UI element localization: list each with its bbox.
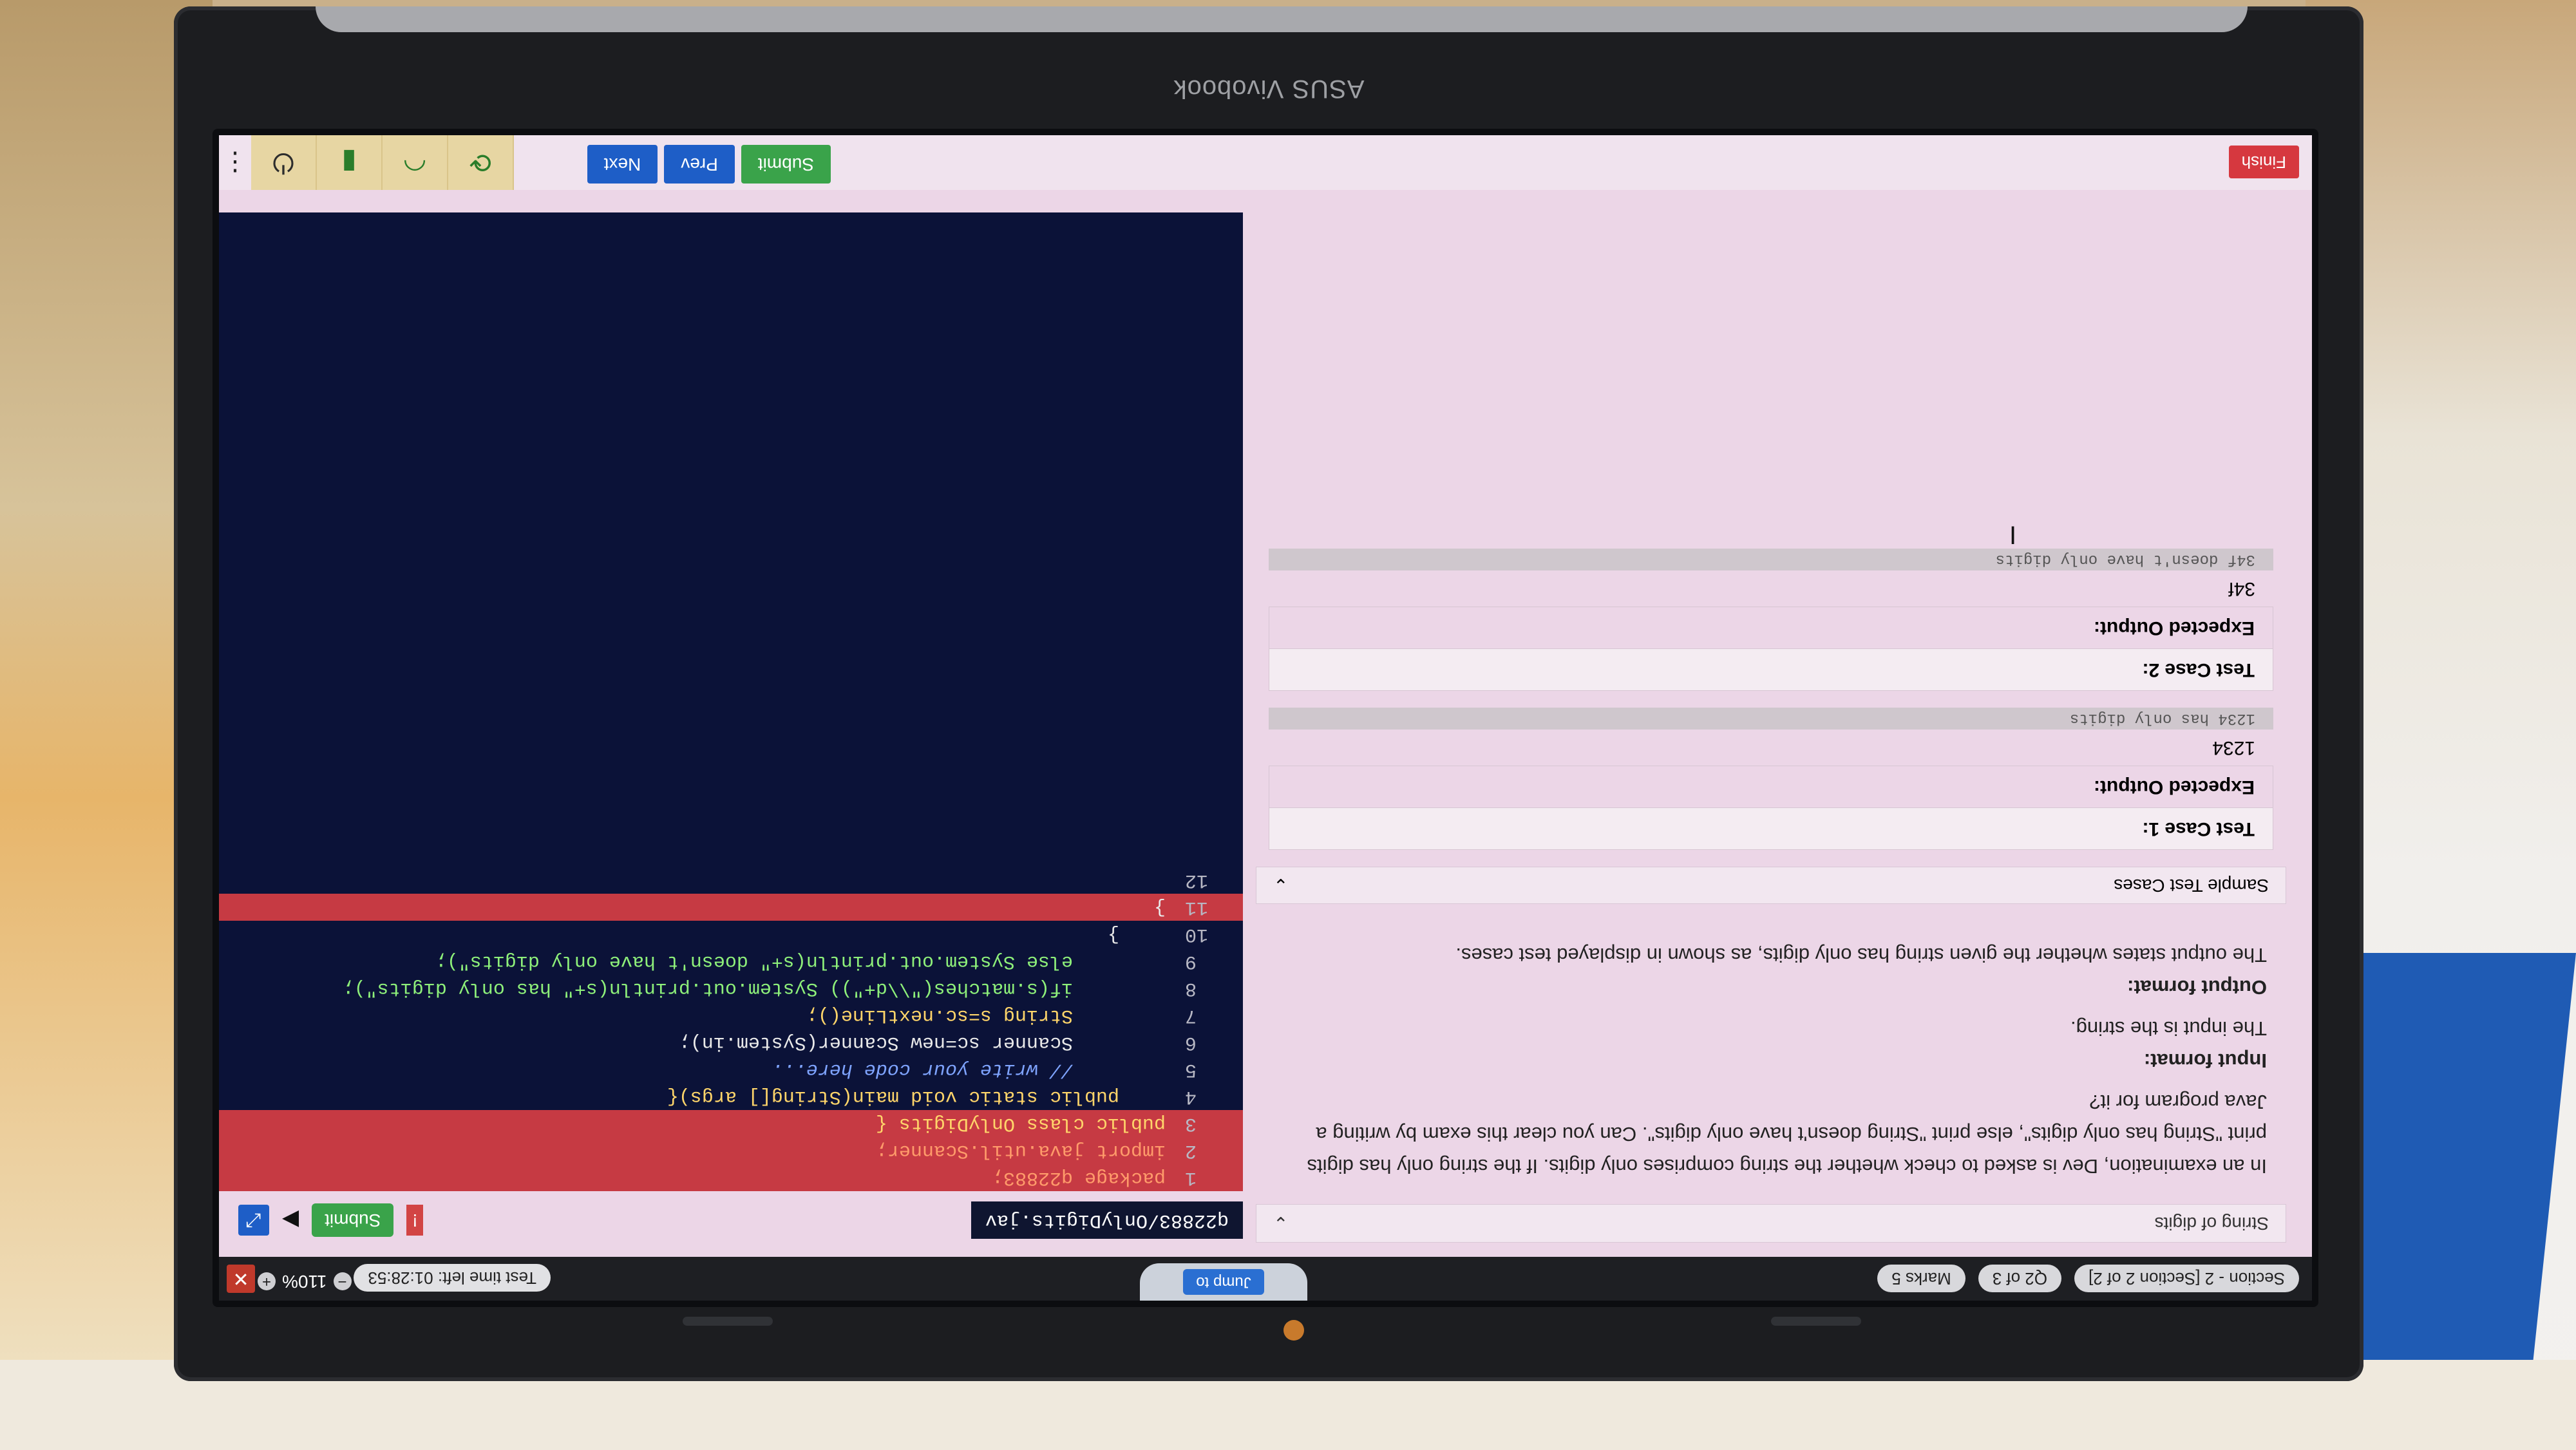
code-line: 11} bbox=[219, 894, 1243, 921]
jump-tab: Jump to bbox=[1140, 1263, 1307, 1301]
chevron-down-icon[interactable]: ⌄ bbox=[1273, 875, 1288, 896]
question-pane: String of digits ⌄ In an examination, De… bbox=[1256, 212, 2286, 1243]
laptop-foot bbox=[683, 1317, 773, 1326]
laptop-foot bbox=[1771, 1317, 1861, 1326]
code-line: 9 else System.out.println(s+" doesn't ha… bbox=[435, 950, 1197, 972]
run-icon[interactable]: ▶ bbox=[282, 1207, 299, 1233]
sample-test-cases-title: Sample Test Cases bbox=[2114, 876, 2269, 896]
more-options-icon[interactable]: ⋮ bbox=[219, 135, 251, 190]
output-format-heading: Output format: bbox=[2127, 976, 2267, 999]
code-line: 12 bbox=[1185, 869, 1209, 891]
editor-toolbar: q22883/OnlyDigits.jav ! Submit ▶ ⤢ bbox=[238, 1198, 1243, 1243]
question-title: String of digits bbox=[2154, 1214, 2269, 1234]
battery-icon: ▮ bbox=[317, 135, 383, 190]
code-line: 1 package q22883; bbox=[219, 1164, 1243, 1191]
next-button[interactable]: Next bbox=[587, 145, 658, 184]
jump-to-button[interactable]: Jump to bbox=[1183, 1269, 1264, 1295]
laptop-body: ASUS Vivobook Section - 2 [Section 2 of … bbox=[174, 6, 2363, 1381]
output-format-text: The output states whether the given stri… bbox=[1455, 944, 2267, 966]
code-editor[interactable]: 1 package q22883; 2 import java.util.Scann… bbox=[219, 212, 1243, 1191]
question-pill[interactable]: Q2 of 3 bbox=[1978, 1265, 2062, 1293]
editor-submit-button[interactable]: Submit bbox=[312, 1203, 394, 1237]
section-pill[interactable]: Section - 2 [Section 2 of 2] bbox=[2074, 1265, 2299, 1293]
code-line: 4 public static void main(String[] args)… bbox=[667, 1086, 1197, 1107]
code-line: 2 import java.util.Scanner; bbox=[219, 1137, 1243, 1164]
zoom-in-button[interactable]: + bbox=[258, 1272, 276, 1290]
screen: Section - 2 [Section 2 of 2] Q2 of 3 Mar… bbox=[219, 135, 2312, 1301]
expected-output-label: Expected Output: bbox=[1269, 766, 2273, 807]
test-case-value: 34f bbox=[2228, 578, 2255, 599]
text-cursor-icon: I bbox=[2009, 522, 2017, 550]
editor-pane: q22883/OnlyDigits.jav ! Submit ▶ ⤢ 1 pack… bbox=[219, 212, 1243, 1243]
code-line: 3 public class OnlyDigits { bbox=[219, 1110, 1243, 1137]
expand-icon[interactable]: ⤢ bbox=[238, 1205, 269, 1236]
test-timer: Test time left: 01:28:53 bbox=[354, 1264, 551, 1292]
zoom-control: − 110% + bbox=[258, 1271, 352, 1292]
question-header[interactable]: String of digits ⌄ bbox=[1256, 1204, 2286, 1243]
nav-buttons: Submit Prev Next bbox=[587, 145, 831, 184]
sample-test-cases-header[interactable]: Sample Test Cases ⌄ bbox=[1256, 867, 2286, 904]
code-line: 7 String s=sc.nextLine(); bbox=[806, 1004, 1197, 1026]
power-icon[interactable]: ⏻ bbox=[251, 135, 317, 190]
code-line: 10 } bbox=[1107, 923, 1209, 945]
zoom-out-button[interactable]: − bbox=[333, 1272, 352, 1290]
question-paragraph: In an examination, Dev is asked to check… bbox=[1307, 1091, 2267, 1178]
test-case-output: 1234 has only digits bbox=[1269, 708, 2273, 730]
bottom-bar: Finish Submit Prev Next ⟳ ◠ ▮ ⏻ ⋮ bbox=[219, 135, 2312, 190]
finish-button[interactable]: Finish bbox=[2228, 146, 2299, 178]
marks-pill: Marks 5 bbox=[1877, 1265, 1965, 1293]
code-line: 6 Scanner sc=new Scanner(System.in); bbox=[678, 1031, 1197, 1053]
wifi-icon[interactable]: ◠ bbox=[383, 135, 448, 190]
test-case-title: Test Case 2: bbox=[1269, 648, 2273, 691]
input-format-heading: Input format: bbox=[2143, 1050, 2267, 1072]
system-icons: ⟳ ◠ ▮ ⏻ ⋮ bbox=[219, 135, 514, 190]
zoom-level: 110% bbox=[282, 1272, 327, 1292]
code-line: 8 if(s.matches("\\d+")) System.out.print… bbox=[342, 977, 1197, 999]
webcam bbox=[1283, 1320, 1304, 1341]
question-body: In an examination, Dev is asked to check… bbox=[1256, 917, 2286, 1204]
input-format-text: The input is the string. bbox=[2070, 1017, 2267, 1040]
test-case-value: 1234 bbox=[2212, 737, 2255, 758]
laptop-hinge bbox=[316, 6, 2248, 32]
editor-tools: ! Submit ▶ ⤢ bbox=[238, 1203, 424, 1237]
file-tab[interactable]: q22883/OnlyDigits.jav bbox=[971, 1201, 1243, 1239]
close-button[interactable]: ✕ bbox=[227, 1265, 255, 1293]
expected-output-label: Expected Output: bbox=[1269, 607, 2273, 648]
test-case-output: 34f doesn't have only digits bbox=[1269, 549, 2273, 570]
chevron-down-icon[interactable]: ⌄ bbox=[1273, 1213, 1288, 1234]
prev-button[interactable]: Prev bbox=[664, 145, 735, 184]
test-case-title: Test Case 1: bbox=[1269, 807, 2273, 850]
test-case-1: Test Case 1: Expected Output: 1234 1234 … bbox=[1269, 708, 2273, 850]
code-line: 5 // write your code here... bbox=[771, 1059, 1197, 1080]
test-case-2: Test Case 2: Expected Output: 34f 34f do… bbox=[1269, 549, 2273, 691]
brand-label: ASUS Vivobook bbox=[1173, 75, 1365, 103]
warning-icon[interactable]: ! bbox=[406, 1205, 424, 1236]
submit-button[interactable]: Submit bbox=[741, 145, 831, 184]
refresh-icon[interactable]: ⟳ bbox=[448, 135, 514, 190]
